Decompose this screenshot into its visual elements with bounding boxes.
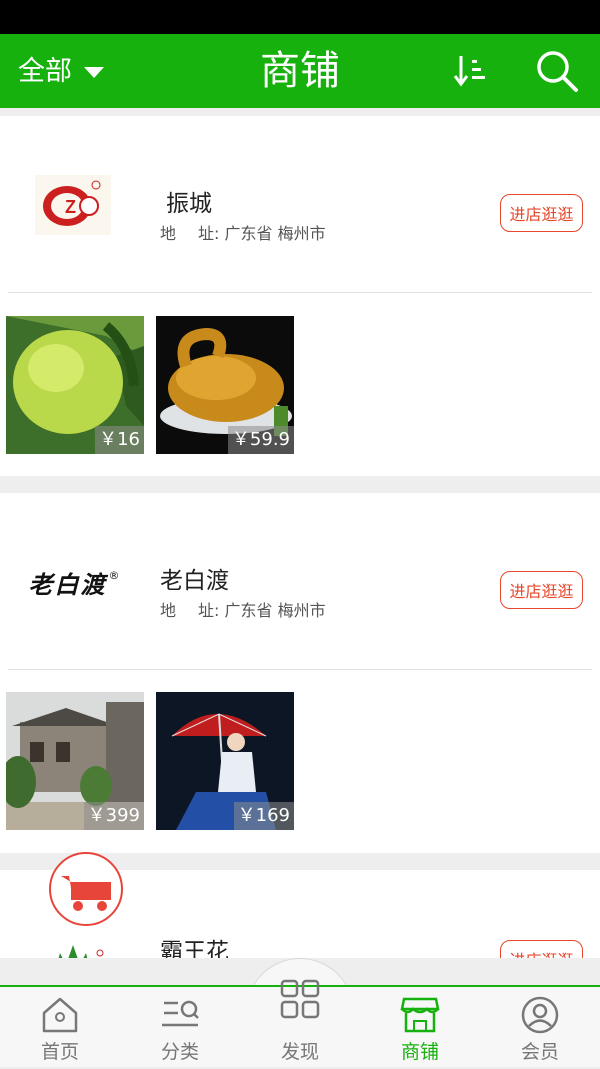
search-icon[interactable]: [534, 48, 580, 94]
shop-logo-text: 老白渡: [28, 569, 107, 599]
page-title: 商铺: [260, 48, 340, 94]
nav-shop[interactable]: 商铺: [360, 987, 480, 1069]
visit-shop-button[interactable]: 进店逛逛: [500, 940, 583, 958]
product-price: ￥399: [83, 802, 144, 830]
visit-shop-button[interactable]: 进店逛逛: [500, 194, 583, 232]
nav-label: 分类: [160, 1041, 199, 1063]
product-price: ￥59.9: [227, 426, 294, 454]
bottom-navigation: 首页 分类 发现 商铺 会员: [0, 979, 600, 1069]
nav-category[interactable]: 分类: [120, 987, 240, 1069]
shop-list[interactable]: Z 振城 地址: 广东省 梅州市 进店逛逛 ￥16 ￥59.9 老白渡 ® 老白…: [0, 108, 600, 958]
app-header: 全部 商铺: [0, 34, 600, 108]
product-thumbnail[interactable]: ￥399: [6, 692, 144, 830]
shop-logo[interactable]: [14, 922, 132, 958]
shop-name[interactable]: 老白渡: [160, 561, 229, 595]
product-thumbnail[interactable]: ￥16: [6, 316, 144, 454]
shop-name[interactable]: 振城: [166, 184, 212, 218]
nav-home[interactable]: 首页: [0, 987, 120, 1069]
visit-shop-button[interactable]: 进店逛逛: [500, 571, 583, 609]
shop-card: Z 振城 地址: 广东省 梅州市 进店逛逛 ￥16 ￥59.9: [0, 116, 600, 476]
divider: [8, 669, 592, 670]
shop-address: 地址: 广东省 梅州市: [160, 601, 326, 620]
shop-logo[interactable]: Z: [14, 168, 132, 242]
nav-member[interactable]: 会员: [480, 987, 600, 1069]
cart-button[interactable]: [49, 852, 123, 926]
divider: [8, 292, 592, 293]
svg-text:Z: Z: [65, 197, 76, 217]
nav-label: 会员: [520, 1041, 559, 1063]
shop-address: 地址: 广东省 梅州市: [160, 224, 326, 243]
discover-icon: [280, 979, 320, 1019]
product-thumbnail[interactable]: ￥169: [156, 692, 294, 830]
member-icon: [521, 996, 559, 1034]
nav-label: 商铺: [400, 1041, 439, 1063]
nav-discover[interactable]: 发现: [240, 979, 360, 1069]
status-bar: [0, 0, 600, 34]
shop-logo[interactable]: 老白渡 ®: [12, 545, 136, 619]
category-icon: [162, 1000, 199, 1027]
nav-label: 首页: [40, 1041, 79, 1063]
nav-label: 发现: [280, 1041, 319, 1063]
shopping-cart-icon: [61, 876, 111, 911]
shop-card: 老白渡 ® 老白渡 地址: 广东省 梅州市 进店逛逛 ￥399 ￥169: [0, 493, 600, 853]
zhencheng-logo: Z: [35, 175, 111, 235]
registered-mark-icon: ®: [108, 568, 120, 582]
shop-icon: [400, 997, 440, 1033]
product-price: ￥169: [233, 802, 294, 830]
product-thumbnail[interactable]: ￥59.9: [156, 316, 294, 454]
bawanghua-logo: [58, 945, 104, 958]
sort-icon[interactable]: [452, 52, 488, 90]
home-icon: [42, 997, 78, 1033]
shop-name[interactable]: 霸王花: [160, 932, 229, 958]
product-price: ￥16: [95, 426, 144, 454]
